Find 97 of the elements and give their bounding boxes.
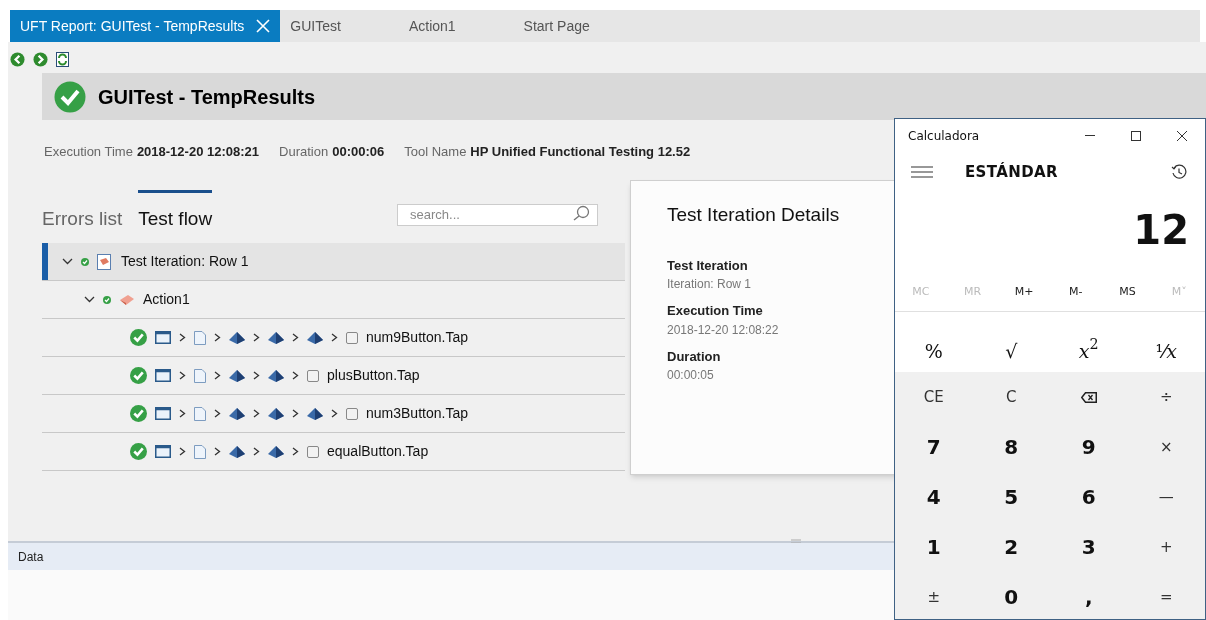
chevron-right-icon [214,447,221,456]
window-title: Calculadora [908,127,981,145]
iteration-icon [97,253,113,270]
search-field[interactable]: search... [397,203,598,226]
close-icon[interactable] [256,19,271,33]
tree-label: Test Iteration: Row 1 [121,252,249,271]
chevron-right-icon [253,333,260,342]
tree-row[interactable]: num9Button.Tap [42,319,625,357]
calculator-key[interactable]: × [1127,422,1205,472]
calculator-key[interactable]: 0 [972,572,1050,620]
chevron-right-icon [179,333,186,342]
maximize-icon [1131,130,1141,141]
chevron-right-icon [253,409,260,418]
step-label: num3Button.Tap [366,404,468,423]
calculator-key[interactable]: 5 [972,472,1050,522]
calculator-key[interactable]: 3 [1050,522,1128,572]
calculator-key[interactable]: 1 [895,522,973,572]
calculator-key[interactable]: 7 [895,422,973,472]
minimize-icon [1085,135,1095,136]
chevron-right-icon [292,447,299,456]
memory-button[interactable]: M+ [998,284,1050,301]
tree-row[interactable]: plusButton.Tap [42,357,625,395]
calculator-key[interactable]: 8 [972,422,1050,472]
backspace-icon [1080,391,1097,403]
tab[interactable]: GUITest [280,10,351,42]
tab[interactable]: UFT Report: GUITest - TempResults [10,10,281,42]
calculator-key[interactable]: % [895,330,973,372]
chevron-right-icon [214,371,221,380]
tab[interactable]: Start Page [513,10,600,42]
chevron-right-icon [179,371,186,380]
calculator-key[interactable]: 4 [895,472,973,522]
chevron-down-icon[interactable] [84,296,95,303]
step-label: equalButton.Tap [327,442,429,461]
meta-label: Execution Time [44,143,133,161]
panel-title: Data [18,548,44,566]
meta-value: 00:00:06 [332,143,385,161]
meta-value: HP Unified Functional Testing 12.52 [470,143,691,161]
splitter-grip-icon[interactable] [791,539,801,544]
field-value: Iteration: Row 1 [667,276,753,293]
step-label: num9Button.Tap [366,328,468,347]
view-tab[interactable]: Test flow [138,190,213,234]
calculator-key[interactable]: 6 [1050,472,1128,522]
refresh-icon[interactable] [56,52,69,67]
report-title: GUITest - TempResults [98,84,316,110]
calculator-key[interactable]: , [1050,572,1128,620]
field-label: Test Iteration [667,256,749,275]
calculator-key[interactable]: = [1127,572,1205,620]
forward-icon[interactable] [33,52,48,67]
action-icon [119,293,135,306]
chevron-right-icon [179,447,186,456]
display-value: 12 [1133,210,1189,255]
tree-row[interactable]: equalButton.Tap [42,433,625,471]
meta-label: Tool Name [404,143,467,161]
calculator-key[interactable]: ¹⁄x [1127,330,1205,372]
chevron-down-icon[interactable] [62,258,73,265]
calculator-key[interactable]: + [1127,522,1205,572]
chevron-right-icon [214,333,221,342]
calculator-key[interactable]: 2 [972,522,1050,572]
calculator-key[interactable]: x$^{2}$ [1050,330,1128,372]
step-label: plusButton.Tap [327,366,420,385]
meta-label: Duration [279,143,329,161]
chevron-right-icon [292,371,299,380]
calculator-key[interactable]: √ [972,330,1050,372]
tree-label: Action1 [143,290,190,309]
memory-button[interactable]: M- [1050,284,1102,301]
tab[interactable]: Action1 [398,10,466,42]
calculator-key[interactable]: — [1127,472,1205,522]
tree-row[interactable]: Action1 [42,281,625,319]
meta-value: 2018-12-20 12:08:21 [136,143,260,161]
tree-row[interactable]: Test Iteration: Row 1 [42,243,625,281]
calculator-key[interactable]: C [972,372,1050,422]
field-label: Execution Time [667,302,764,320]
calculator-key[interactable]: 9 [1050,422,1128,472]
mode-title: ESTÁNDAR [965,161,1059,183]
menu-icon[interactable] [911,166,933,178]
panel-title: Test Iteration Details [667,203,841,227]
memory-button[interactable]: MS [1101,284,1154,301]
field-label: Duration [667,347,722,366]
back-icon[interactable] [10,52,25,67]
field-value: 00:00:05 [667,367,715,384]
view-tab[interactable]: Errors list [42,190,123,234]
chevron-right-icon [331,333,338,342]
chevron-right-icon [179,409,186,418]
calculator-key[interactable]: ÷ [1127,372,1205,422]
chevron-right-icon [292,409,299,418]
calculator-key[interactable]: CE [895,372,973,422]
close-icon [1177,130,1187,141]
tree-row[interactable]: num3Button.Tap [42,395,625,433]
chevron-right-icon [331,409,338,418]
history-icon[interactable] [1171,164,1187,180]
field-value: 2018-12-20 12:08:22 [667,321,780,339]
search-icon[interactable] [572,205,590,221]
calculator-key[interactable]: ± [895,572,973,620]
chevron-right-icon [214,409,221,418]
chevron-right-icon [253,447,260,456]
chevron-right-icon [292,333,299,342]
chevron-right-icon [253,371,260,380]
